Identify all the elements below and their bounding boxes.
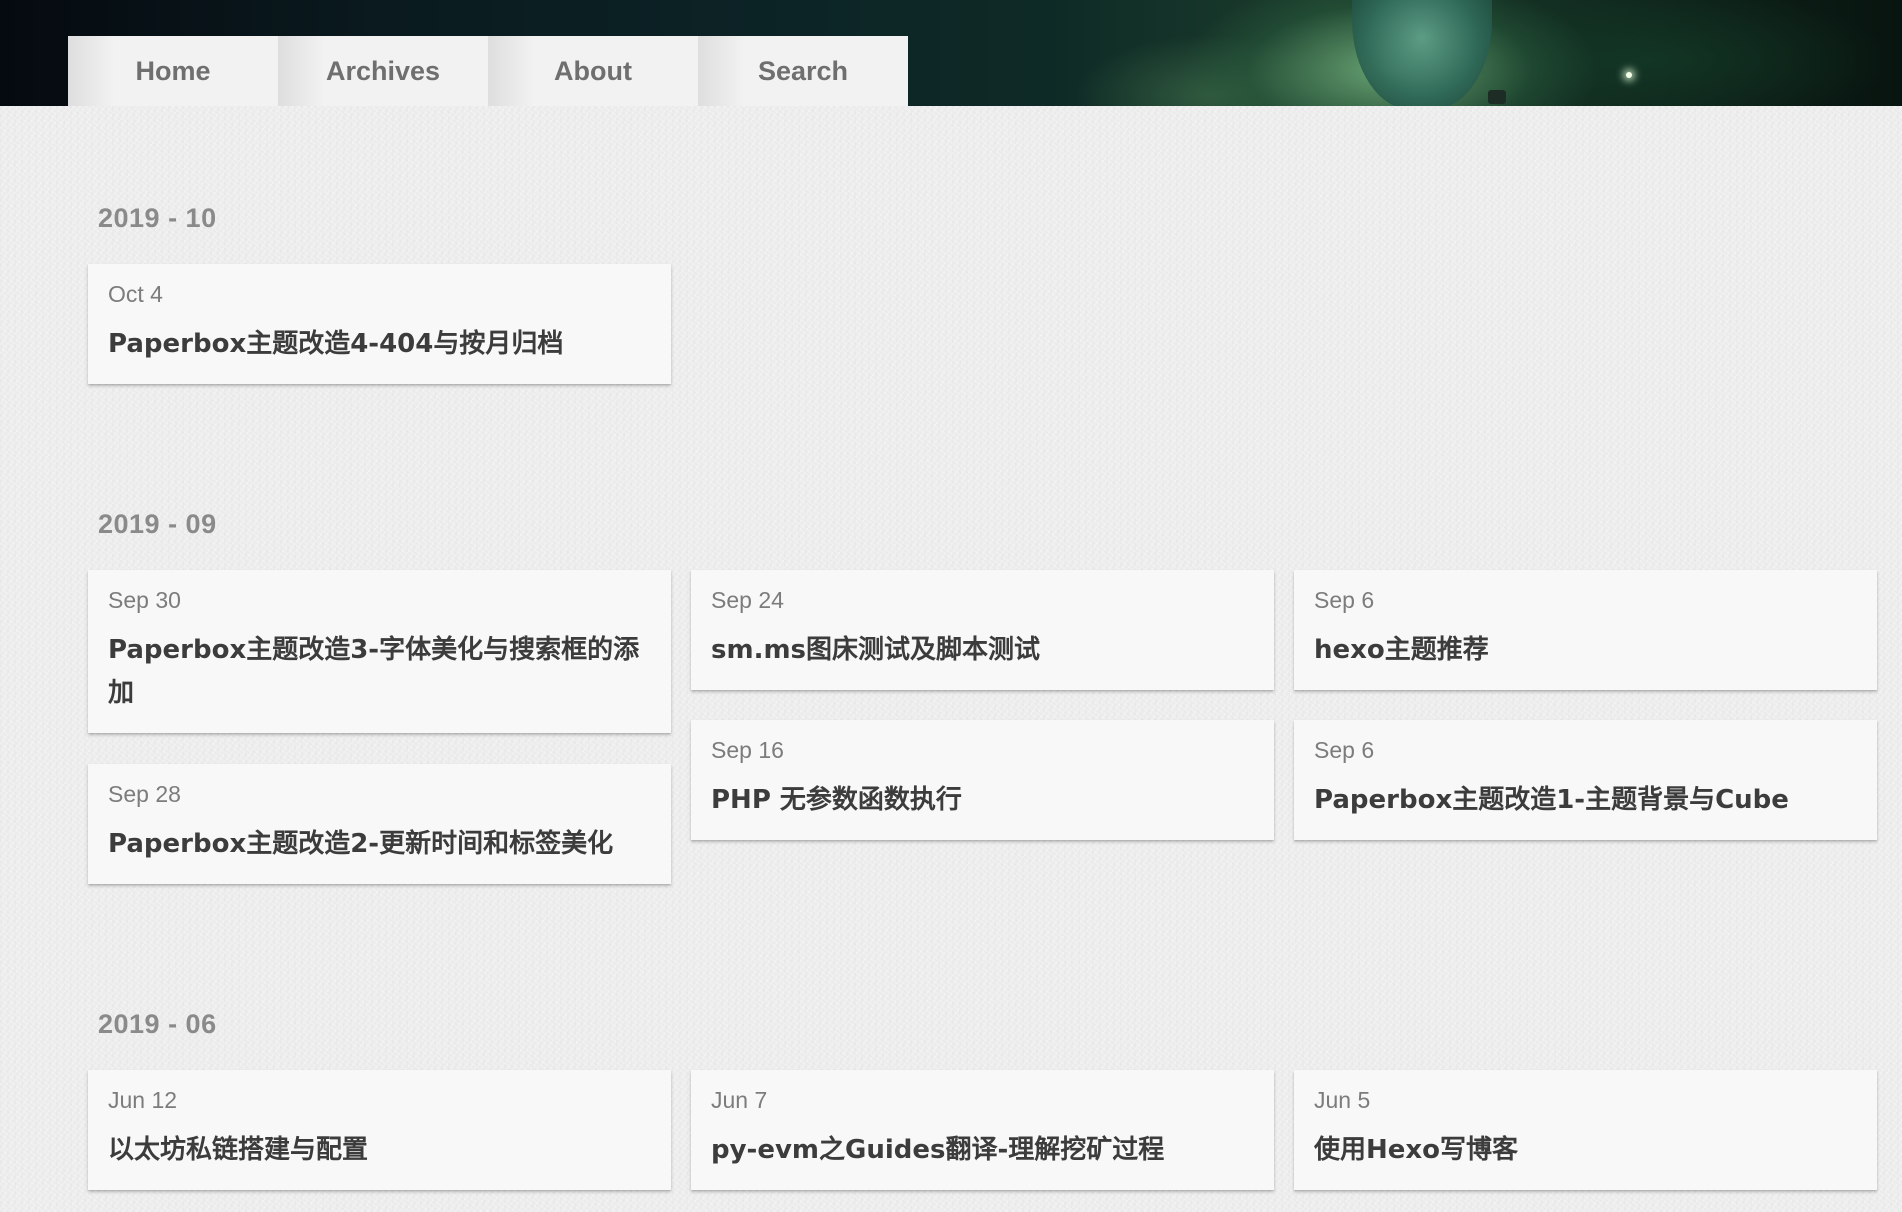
main-nav: Home Archives About Search	[68, 36, 908, 106]
post-title[interactable]: Paperbox主题改造1-主题背景与Cube	[1314, 779, 1857, 822]
post-title[interactable]: Paperbox主题改造3-字体美化与搜索框的添加	[108, 629, 651, 715]
archive-month-heading: 2019 - 10	[98, 203, 217, 233]
post-date: Sep 24	[711, 587, 784, 613]
post-card[interactable]: Jun 12 以太坊私链搭建与配置	[88, 1070, 671, 1190]
post-title[interactable]: sm.ms图床测试及脚本测试	[711, 629, 1254, 672]
banner-light-sparkle	[1626, 72, 1632, 78]
post-title[interactable]: py-evm之Guides翻译-理解挖矿过程	[711, 1129, 1254, 1172]
post-date: Oct 4	[108, 281, 163, 307]
nav-search-link[interactable]: Search	[698, 36, 908, 106]
post-card[interactable]: Jun 7 py-evm之Guides翻译-理解挖矿过程	[691, 1070, 1274, 1190]
archive-month-heading: 2019 - 06	[98, 1009, 217, 1039]
post-title[interactable]: PHP 无参数函数执行	[711, 779, 1254, 822]
post-card[interactable]: Sep 30 Paperbox主题改造3-字体美化与搜索框的添加	[88, 570, 671, 733]
post-card[interactable]: Sep 24 sm.ms图床测试及脚本测试	[691, 570, 1274, 690]
post-card[interactable]: Sep 6 Paperbox主题改造1-主题背景与Cube	[1294, 720, 1877, 840]
post-date: Sep 16	[711, 737, 784, 763]
nav-home-link[interactable]: Home	[68, 36, 278, 106]
post-date: Sep 6	[1314, 587, 1375, 613]
post-card[interactable]: Jun 5 使用Hexo写博客	[1294, 1070, 1877, 1190]
banner-figure-feet	[1488, 90, 1506, 104]
post-date: Jun 7	[711, 1087, 768, 1113]
post-card[interactable]: Sep 6 hexo主题推荐	[1294, 570, 1877, 690]
post-date: Sep 28	[108, 781, 181, 807]
post-date: Jun 12	[108, 1087, 178, 1113]
post-card[interactable]: Sep 16 PHP 无参数函数执行	[691, 720, 1274, 840]
post-title[interactable]: Paperbox主题改造2-更新时间和标签美化	[108, 823, 651, 866]
post-card[interactable]: Sep 28 Paperbox主题改造2-更新时间和标签美化	[88, 764, 671, 884]
nav-about-link[interactable]: About	[488, 36, 698, 106]
banner-figure-image	[1352, 0, 1492, 106]
post-date: Jun 5	[1314, 1087, 1371, 1113]
post-title[interactable]: 以太坊私链搭建与配置	[108, 1129, 651, 1172]
nav-archives-link[interactable]: Archives	[278, 36, 488, 106]
post-title[interactable]: hexo主题推荐	[1314, 629, 1857, 672]
post-date: Sep 30	[108, 587, 181, 613]
post-title[interactable]: 使用Hexo写博客	[1314, 1129, 1857, 1172]
post-date: Sep 6	[1314, 737, 1375, 763]
archive-month-heading: 2019 - 09	[98, 509, 217, 539]
post-title[interactable]: Paperbox主题改造4-404与按月归档	[108, 323, 651, 366]
post-card[interactable]: Oct 4 Paperbox主题改造4-404与按月归档	[88, 264, 671, 384]
